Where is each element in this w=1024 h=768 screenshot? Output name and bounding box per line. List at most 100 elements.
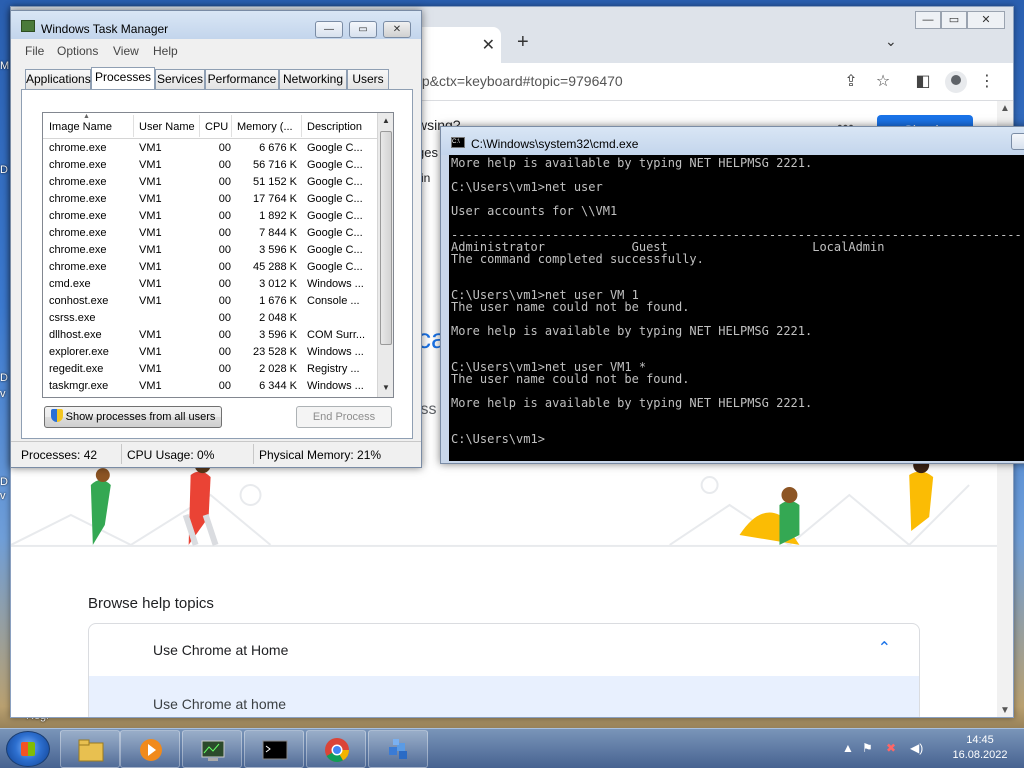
- tab-performance[interactable]: Performance: [205, 69, 279, 89]
- process-row[interactable]: explorer.exe VM1 00 23 528 K Windows ...: [43, 344, 379, 361]
- taskbar-regedit[interactable]: [368, 730, 428, 768]
- desktop-icon-label[interactable]: D: [0, 476, 8, 488]
- cell-user-name: VM1: [139, 244, 162, 256]
- scroll-down-icon[interactable]: ▼: [382, 383, 390, 392]
- show-all-processes-button[interactable]: Show processes from all users: [44, 406, 222, 428]
- accordion-header[interactable]: Use Chrome at Home ⌃: [89, 624, 919, 676]
- cell-cpu: 00: [218, 380, 231, 392]
- column-cpu[interactable]: CPU: [205, 121, 233, 133]
- process-row[interactable]: conhost.exe VM1 00 1 676 K Console ...: [43, 293, 379, 310]
- desktop-icon-label[interactable]: D: [0, 372, 8, 384]
- volume-icon[interactable]: ◀): [910, 741, 923, 755]
- taskbar-explorer[interactable]: [60, 730, 120, 768]
- column-description[interactable]: Description: [307, 121, 377, 133]
- clock[interactable]: 14:45 16.08.2022: [940, 733, 1020, 763]
- process-row[interactable]: taskmgr.exe VM1 00 6 344 K Windows ...: [43, 378, 379, 395]
- process-row[interactable]: chrome.exe VM1 00 45 288 K Google C...: [43, 259, 379, 276]
- process-row[interactable]: chrome.exe VM1 00 3 596 K Google C...: [43, 242, 379, 259]
- desktop-icon-label[interactable]: D: [0, 164, 8, 176]
- close-icon[interactable]: ✕: [383, 21, 411, 38]
- browse-help-topics-heading: Browse help topics: [88, 595, 214, 612]
- tab-processes[interactable]: Processes: [91, 67, 155, 90]
- cell-description: Windows ...: [307, 380, 364, 392]
- close-tab-icon[interactable]: ✕: [482, 35, 495, 55]
- taskbar-chrome[interactable]: [306, 730, 366, 768]
- column-image-name[interactable]: Image Name: [49, 121, 133, 133]
- process-row[interactable]: regedit.exe VM1 00 2 028 K Registry ...: [43, 361, 379, 378]
- column-memory[interactable]: Memory (...: [237, 121, 301, 133]
- console-output[interactable]: More help is available by typing NET HEL…: [449, 155, 1024, 461]
- process-row[interactable]: chrome.exe VM1 00 51 152 K Google C...: [43, 174, 379, 191]
- scroll-down-icon[interactable]: ▼: [1000, 705, 1010, 716]
- process-row[interactable]: chrome.exe VM1 00 7 844 K Google C...: [43, 225, 379, 242]
- cell-description: Windows ...: [307, 278, 364, 290]
- process-row[interactable]: chrome.exe VM1 00 6 676 K Google C...: [43, 140, 379, 157]
- minimize-icon[interactable]: —: [315, 21, 343, 38]
- bookmark-star-icon[interactable]: ☆: [873, 71, 893, 91]
- tab-networking[interactable]: Networking: [279, 69, 347, 89]
- menu-help[interactable]: Help: [153, 44, 178, 58]
- taskbar-cmd[interactable]: [244, 730, 304, 768]
- cell-description: Google C...: [307, 142, 363, 154]
- menu-file[interactable]: File: [25, 44, 44, 58]
- cell-memory: 1 676 K: [259, 295, 297, 307]
- process-row[interactable]: chrome.exe VM1 00 56 716 K Google C...: [43, 157, 379, 174]
- cell-image-name: chrome.exe: [49, 193, 107, 205]
- address-bar[interactable]: elp&ctx=keyboard#topic=9796470: [411, 73, 623, 89]
- desktop-icon-label[interactable]: M: [0, 60, 9, 72]
- scrollbar-thumb[interactable]: [380, 131, 392, 345]
- action-center-icon[interactable]: ⚑: [862, 741, 873, 755]
- scroll-up-icon[interactable]: ▲: [1000, 103, 1010, 114]
- taskbar-task-manager[interactable]: [182, 730, 242, 768]
- end-process-button[interactable]: End Process: [296, 406, 392, 428]
- minimize-icon[interactable]: [1011, 133, 1024, 150]
- cell-image-name: chrome.exe: [49, 244, 107, 256]
- process-row[interactable]: csrss.exe 00 2 048 K: [43, 310, 379, 327]
- tab-applications[interactable]: Applications: [25, 69, 91, 89]
- physical-memory: Physical Memory: 21%: [259, 448, 382, 462]
- scroll-up-icon[interactable]: ▲: [382, 116, 390, 125]
- cell-user-name: VM1: [139, 193, 162, 205]
- process-list-scrollbar[interactable]: ▲ ▼: [377, 113, 393, 397]
- process-row[interactable]: cmd.exe VM1 00 3 012 K Windows ...: [43, 276, 379, 293]
- more-menu-icon[interactable]: ⋮: [977, 71, 997, 91]
- task-manager-titlebar[interactable]: Windows Task Manager — ▭ ✕: [11, 11, 421, 39]
- tab-users[interactable]: Users: [347, 69, 389, 89]
- cell-image-name: explorer.exe: [49, 346, 109, 358]
- process-row[interactable]: dllhost.exe VM1 00 3 596 K COM Surr...: [43, 327, 379, 344]
- maximize-icon[interactable]: ▭: [349, 21, 377, 38]
- tab-services[interactable]: Services: [155, 69, 205, 89]
- network-icon[interactable]: ✖: [886, 741, 896, 755]
- profile-avatar-icon[interactable]: [945, 71, 967, 93]
- side-panel-icon[interactable]: ◧: [913, 71, 933, 91]
- start-button[interactable]: [6, 731, 50, 767]
- menu-options[interactable]: Options: [57, 44, 98, 58]
- cell-cpu: 00: [218, 176, 231, 188]
- new-tab-icon[interactable]: +: [517, 31, 529, 54]
- cell-user-name: VM1: [139, 261, 162, 273]
- share-icon[interactable]: ⇪: [841, 71, 861, 91]
- menu-view[interactable]: View: [113, 44, 139, 58]
- cell-image-name: csrss.exe: [49, 312, 96, 324]
- close-icon[interactable]: ✕: [967, 11, 1005, 29]
- process-list[interactable]: ▲ Image Name User Name CPU Memory (... D…: [42, 112, 394, 398]
- process-row[interactable]: chrome.exe VM1 00 17 764 K Google C...: [43, 191, 379, 208]
- cell-memory: 1 892 K: [259, 210, 297, 222]
- tab-search-icon[interactable]: ⌄: [885, 33, 897, 50]
- cell-memory: 6 676 K: [259, 142, 297, 154]
- cmd-titlebar[interactable]: C:\ C:\Windows\system32\cmd.exe: [441, 127, 1024, 155]
- cell-image-name: chrome.exe: [49, 227, 107, 239]
- chrome-tab[interactable]: ✕: [411, 27, 501, 63]
- process-row[interactable]: chrome.exe VM1 00 1 892 K Google C...: [43, 208, 379, 225]
- desktop-icon-label[interactable]: v: [0, 388, 6, 400]
- maximize-icon[interactable]: ▭: [941, 11, 967, 29]
- cell-description: Google C...: [307, 193, 363, 205]
- desktop-icon-label[interactable]: v: [0, 490, 6, 502]
- minimize-icon[interactable]: —: [915, 11, 941, 29]
- taskbar-media-player[interactable]: [120, 730, 180, 768]
- chevron-up-icon[interactable]: ⌃: [878, 638, 891, 658]
- show-hidden-icons-icon[interactable]: ▲: [842, 741, 854, 755]
- column-user-name[interactable]: User Name: [139, 121, 199, 133]
- accordion-subitem[interactable]: Use Chrome at home: [89, 676, 919, 717]
- cell-memory: 3 596 K: [259, 244, 297, 256]
